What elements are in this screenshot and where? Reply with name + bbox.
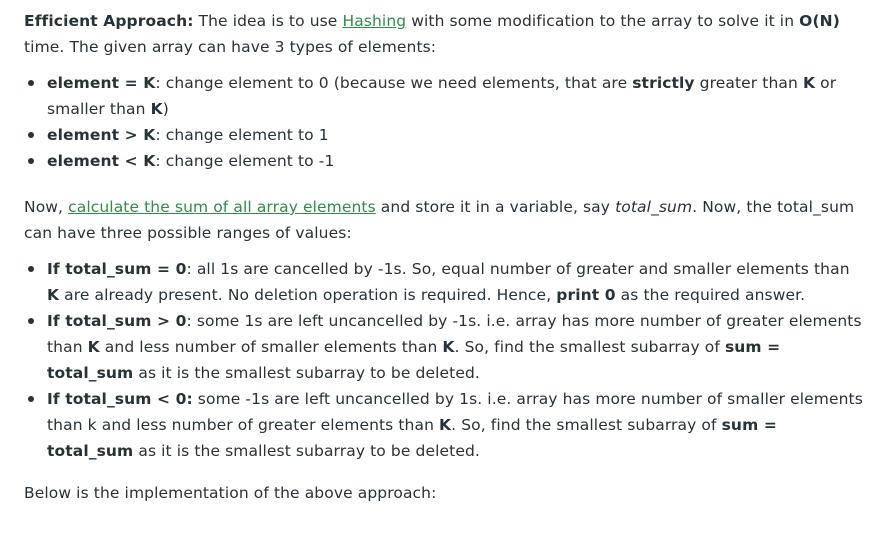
emphasis: K bbox=[442, 338, 455, 356]
list-item: element > K: change element to 1 bbox=[28, 122, 866, 148]
emphasis: K bbox=[47, 286, 60, 304]
emphasis: strictly bbox=[632, 74, 695, 92]
item-text: and less number of smaller elements than bbox=[99, 338, 443, 356]
intro-paragraph: Efficient Approach: The idea is to use H… bbox=[24, 8, 866, 60]
list-item: If total_sum > 0: some 1s are left uncan… bbox=[28, 308, 866, 386]
implementation-intro: Below is the implementation of the above… bbox=[24, 484, 437, 502]
hashing-link[interactable]: Hashing bbox=[342, 12, 406, 30]
item-text: are already present. No deletion operati… bbox=[59, 286, 557, 304]
intro-text-1: The idea is to use bbox=[193, 12, 343, 30]
condition: If total_sum = 0 bbox=[47, 260, 187, 278]
condition: element < K bbox=[47, 152, 156, 170]
sum-link[interactable]: calculate the sum of all array elements bbox=[68, 198, 376, 216]
emphasis: K bbox=[87, 338, 100, 356]
sum-paragraph: Now, calculate the sum of all array elem… bbox=[24, 194, 866, 246]
intro-text-3: time. The given array can have 3 types o… bbox=[24, 38, 437, 56]
complexity: O(N) bbox=[799, 12, 840, 30]
item-text: : change element to -1 bbox=[155, 152, 335, 170]
intro-text-2: with some modification to the array to s… bbox=[406, 12, 800, 30]
emphasis: K bbox=[150, 100, 163, 118]
condition: element = K bbox=[47, 74, 156, 92]
item-text: . So, find the smallest subarray of bbox=[454, 338, 725, 356]
emphasis: print 0 bbox=[556, 286, 616, 304]
paragraph-text: Now, bbox=[24, 198, 69, 216]
list-item: If total_sum = 0: all 1s are cancelled b… bbox=[28, 256, 866, 308]
item-text: as the required answer. bbox=[615, 286, 806, 304]
item-text: : change element to 1 bbox=[155, 126, 329, 144]
approach-label: Efficient Approach: bbox=[24, 12, 194, 30]
article-content: Efficient Approach: The idea is to use H… bbox=[0, 0, 890, 506]
list-item: element < K: change element to -1 bbox=[28, 148, 866, 174]
list-item: If total_sum < 0: some -1s are left unca… bbox=[28, 386, 866, 464]
item-text: as it is the smallest subarray to be del… bbox=[133, 364, 480, 382]
condition: If total_sum > 0 bbox=[47, 312, 187, 330]
element-types-list: element = K: change element to 0 (becaus… bbox=[24, 70, 866, 174]
paragraph-text: and store it in a variable, say bbox=[375, 198, 616, 216]
variable-name: total_sum bbox=[615, 198, 693, 216]
condition: If total_sum < 0: bbox=[47, 390, 193, 408]
item-text: : all 1s are cancelled by -1s. So, equal… bbox=[186, 260, 850, 278]
item-text: as it is the smallest subarray to be del… bbox=[133, 442, 480, 460]
item-text: ) bbox=[162, 100, 169, 118]
item-text: greater than bbox=[694, 74, 803, 92]
condition: element > K bbox=[47, 126, 156, 144]
emphasis: K bbox=[802, 74, 816, 92]
list-item: element = K: change element to 0 (becaus… bbox=[28, 70, 866, 122]
cases-list: If total_sum = 0: all 1s are cancelled b… bbox=[24, 256, 866, 464]
item-text: . So, find the smallest subarray of bbox=[451, 416, 722, 434]
item-text: : change element to 0 (because we need e… bbox=[155, 74, 633, 92]
emphasis: K bbox=[439, 416, 452, 434]
